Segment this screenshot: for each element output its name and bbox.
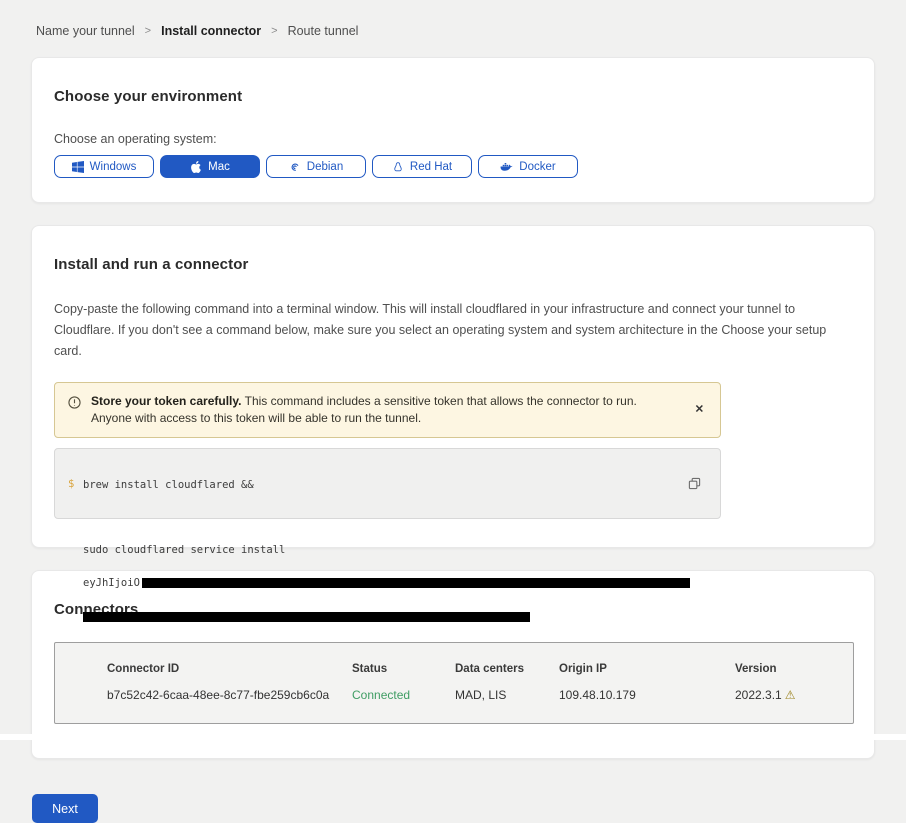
breadcrumb-separator: > [271,25,277,37]
docker-icon [500,161,513,173]
bottom-strip [0,734,906,740]
cell-connector-id: b7c52c42-6caa-48ee-8c77-fbe259cb6c0a [107,688,352,702]
breadcrumb-install-connector[interactable]: Install connector [161,24,261,38]
token-warning-bold: Store your token carefully. [91,394,242,408]
redacted-token-bar-2 [83,612,530,622]
breadcrumb-route-tunnel[interactable]: Route tunnel [288,24,359,38]
os-button-redhat[interactable]: Red Hat [372,155,472,178]
os-button-windows[interactable]: Windows [54,155,154,178]
os-button-mac[interactable]: Mac [160,155,260,178]
banner-close-button[interactable]: ✕ [691,401,708,420]
os-button-group: Windows Mac Debian Red Hat [54,155,852,178]
breadcrumb-name-your-tunnel[interactable]: Name your tunnel [36,24,135,38]
os-button-debian[interactable]: Debian [266,155,366,178]
choose-environment-card: Choose your environment Choose an operat… [31,57,875,203]
redhat-icon [392,161,404,173]
token-warning-text: Store your token carefully. This command… [91,393,708,427]
table-row: b7c52c42-6caa-48ee-8c77-fbe259cb6c0a Con… [107,675,853,702]
col-header-data-centers: Data centers [455,663,559,675]
code-line-2: sudo cloudflared service install [83,545,690,556]
connectors-table-header-row: Connector ID Status Data centers Origin … [107,663,853,675]
col-header-version: Version [735,663,853,675]
cell-data-centers: MAD, LIS [455,688,559,702]
os-button-label: Debian [307,161,343,173]
breadcrumb: Name your tunnel > Install connector > R… [0,0,906,38]
code-line-1: brew install cloudflared && [83,480,690,491]
code-line-gap [83,513,690,523]
debian-icon [289,161,301,173]
version-warning-icon: ⚠ [785,688,796,702]
cell-version: 2022.3.1⚠ [735,688,853,702]
install-connector-description: Copy-paste the following command into a … [54,299,850,362]
install-command-codeblock: $ brew install cloudflared && sudo cloud… [54,448,721,519]
terminal-prompt: $ [68,478,74,490]
os-button-docker[interactable]: Docker [478,155,578,178]
breadcrumb-separator: > [145,25,151,37]
os-button-label: Docker [519,161,555,173]
col-header-status: Status [352,663,455,675]
cell-origin-ip: 109.48.10.179 [559,688,735,702]
choose-environment-title: Choose your environment [54,88,852,105]
col-header-origin-ip: Origin IP [559,663,735,675]
token-warning-banner: Store your token carefully. This command… [54,382,721,438]
install-connector-title: Install and run a connector [54,256,852,273]
windows-icon [72,161,84,173]
apple-icon [190,161,202,173]
col-header-connector-id: Connector ID [107,663,352,675]
code-line-3: eyJhIjoiO [83,578,690,589]
info-circle-icon [68,396,81,414]
cell-status: Connected [352,688,455,702]
os-select-label: Choose an operating system: [54,132,852,146]
version-value: 2022.3.1 [735,688,782,702]
install-command-text: brew install cloudflared && sudo cloudfl… [83,458,690,644]
os-button-label: Red Hat [410,161,452,173]
install-connector-card: Install and run a connector Copy-paste t… [31,225,875,548]
redacted-token-bar-1 [142,578,690,588]
tunnel-setup-page: Name your tunnel > Install connector > R… [0,0,906,740]
copy-icon[interactable] [686,475,703,495]
token-prefix: eyJhIjoiO [83,577,140,589]
connectors-table: Connector ID Status Data centers Origin … [54,642,854,724]
os-button-label: Mac [208,161,230,173]
next-button[interactable]: Next [32,794,98,823]
os-button-label: Windows [90,161,137,173]
